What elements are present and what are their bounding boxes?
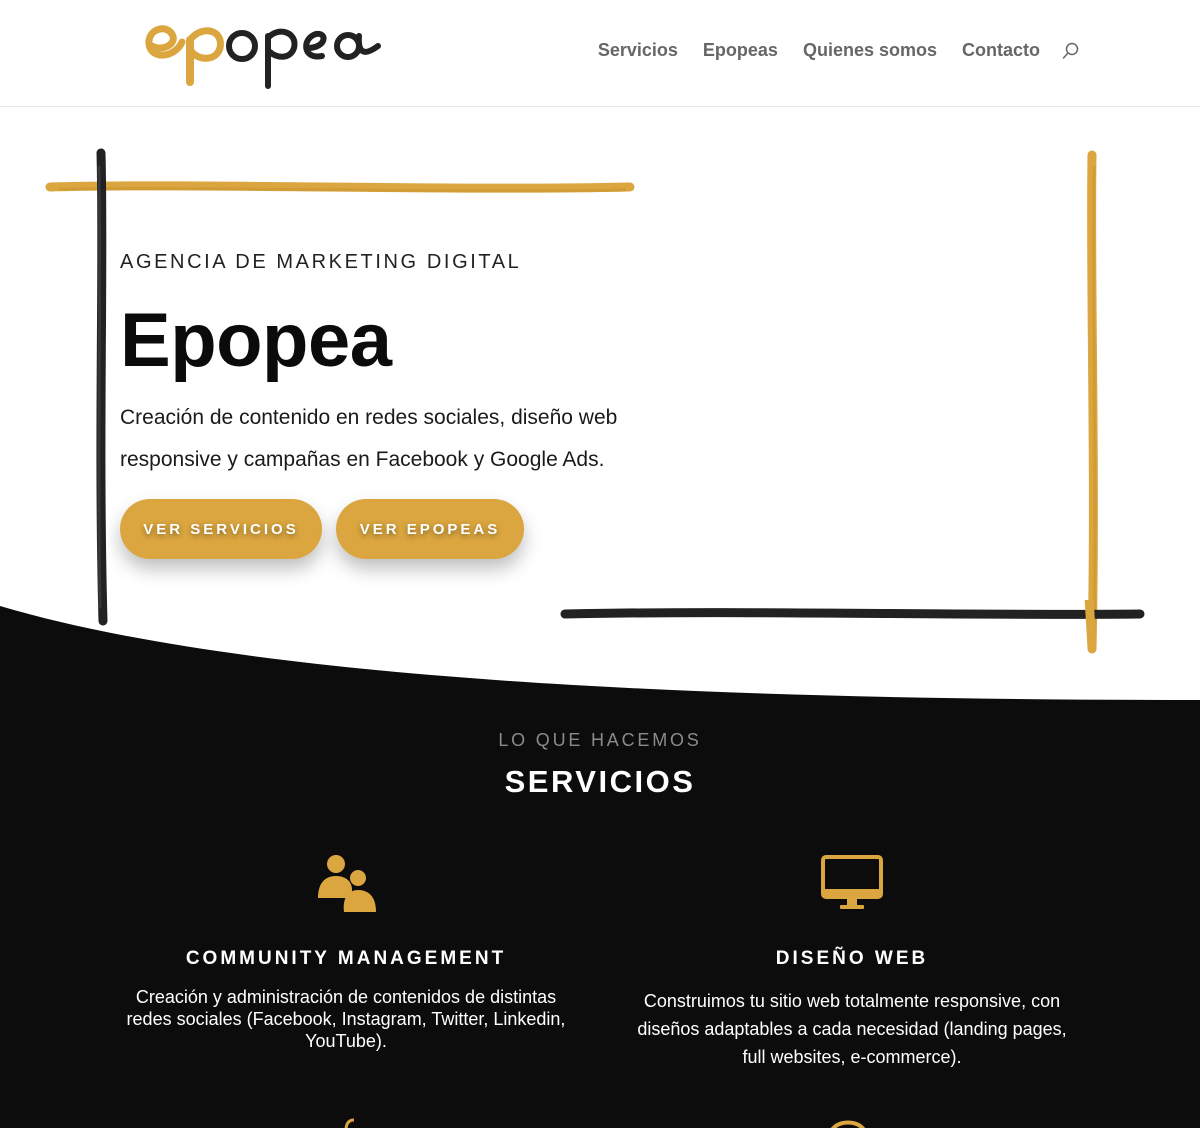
logo-text: epopea [142,10,387,95]
site-header: epopea Servicios Epopeas Quienes somos C… [0,0,1200,107]
site-logo[interactable]: epopea [142,10,387,95]
hero-description: Creación de contenido en redes sociales,… [120,406,618,471]
users-icon [318,855,376,912]
nav-item-epopeas[interactable]: Epopeas [703,40,778,61]
section-wave-divider [0,600,1200,710]
ver-servicios-button[interactable]: VER SERVICIOS [120,499,322,559]
service-card-description: Construimos tu sitio web totalmente resp… [637,991,1067,1067]
services-eyebrow: LO QUE HACEMOS [498,730,702,750]
hero-eyebrow: AGENCIA DE MARKETING DIGITAL [120,251,522,273]
ver-epopeas-button[interactable]: VER EPOPEAS [336,499,524,559]
nav-item-contacto[interactable]: Contacto [962,40,1040,61]
service-card-title: COMMUNITY MANAGEMENT [185,948,507,969]
hero-title: Epopea [120,298,392,383]
services-section: LO QUE HACEMOS SERVICIOS COMMUNITY MANAG… [0,700,1200,1128]
partial-service-icon [344,1118,355,1128]
main-nav: Servicios Epopeas Quienes somos Contacto [573,40,1080,61]
service-card-community-management: COMMUNITY MANAGEMENT Creación y administ… [111,850,581,1052]
service-card-description: Creación y administración de contenidos … [126,987,566,1051]
services-title: SERVICIOS [504,764,696,799]
nav-item-servicios[interactable]: Servicios [598,40,678,61]
service-card-title: DISEÑO WEB [775,948,929,969]
search-icon[interactable] [1062,42,1080,60]
partial-service-icon [831,1120,865,1128]
nav-item-quienes-somos[interactable]: Quienes somos [803,40,937,61]
monitor-icon [821,855,883,909]
service-card-diseno-web: DISEÑO WEB Construimos tu sitio web tota… [617,850,1087,1071]
